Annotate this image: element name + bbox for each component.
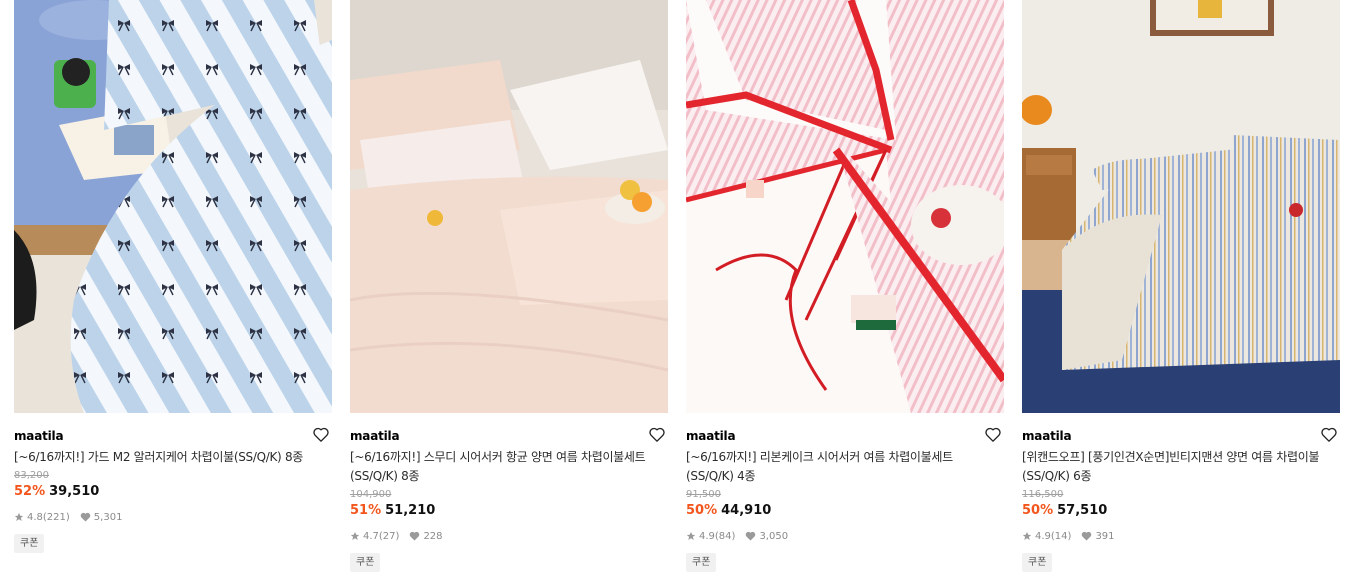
original-price: 91,500 xyxy=(686,489,721,500)
brand-row: maatila xyxy=(686,425,1004,444)
product-title[interactable]: [~6/16까지!] 가드 M2 알러지케어 차렵이불(SS/Q/K) 8종 xyxy=(14,448,332,467)
product-image[interactable] xyxy=(686,0,1004,413)
product-card[interactable]: maatila [~6/16까지!] 리본케이크 시어서커 여름 차렵이불세트(… xyxy=(686,0,1004,572)
product-card[interactable]: maatila [~6/16까지!] 가드 M2 알러지케어 차렵이불(SS/Q… xyxy=(14,0,332,572)
product-meta: 4.9 (14) 391 xyxy=(1022,529,1340,543)
product-photo-vintage-mansion xyxy=(1022,0,1340,413)
rating-value: 4.8 xyxy=(27,511,43,523)
product-info: maatila [위캔드오프] [풍기인견X순면]빈티지맨션 양면 여름 차렵이… xyxy=(1022,413,1340,572)
brand-row: maatila xyxy=(350,425,668,444)
product-photo-pink-seersucker xyxy=(350,0,668,413)
price-row: 50% 44,910 xyxy=(686,502,1004,520)
sale-price: 39,510 xyxy=(49,484,100,499)
brand-row: maatila xyxy=(14,425,332,444)
product-meta: 4.8 (221) 5,301 xyxy=(14,510,332,524)
product-card[interactable]: maatila [위캔드오프] [풍기인견X순면]빈티지맨션 양면 여름 차렵이… xyxy=(1022,0,1340,572)
coupon-badge: 쿠폰 xyxy=(686,553,717,572)
review-count: (14) xyxy=(1050,530,1072,542)
original-price: 83,200 xyxy=(14,470,49,481)
heart-outline-icon[interactable] xyxy=(648,425,666,443)
discount-rate: 50% xyxy=(1022,503,1054,518)
like-count: 391 xyxy=(1095,530,1115,542)
product-image[interactable] xyxy=(14,0,332,413)
product-photo-ribbon-cake xyxy=(686,0,1004,413)
star-icon xyxy=(14,512,24,522)
coupon-badge: 쿠폰 xyxy=(1022,553,1053,572)
star-icon xyxy=(350,531,360,541)
product-meta: 4.7 (27) 228 xyxy=(350,529,668,543)
heart-filled-icon xyxy=(409,531,420,541)
price-row: 50% 57,510 xyxy=(1022,502,1340,520)
discount-rate: 51% xyxy=(350,503,382,518)
product-title[interactable]: [~6/16까지!] 스무디 시어서커 항균 양면 여름 차렵이불세트(SS/Q… xyxy=(350,448,668,486)
product-image[interactable] xyxy=(1022,0,1340,413)
review-count: (27) xyxy=(378,530,400,542)
product-image[interactable] xyxy=(350,0,668,413)
product-title[interactable]: [위캔드오프] [풍기인견X순면]빈티지맨션 양면 여름 차렵이불(SS/Q/K… xyxy=(1022,448,1340,486)
like-count: 228 xyxy=(423,530,443,542)
product-info: maatila [~6/16까지!] 가드 M2 알러지케어 차렵이불(SS/Q… xyxy=(14,413,332,553)
product-photo-blue-bows xyxy=(14,0,332,413)
star-icon xyxy=(686,531,696,541)
heart-outline-icon[interactable] xyxy=(1320,425,1338,443)
coupon-badge: 쿠폰 xyxy=(350,553,381,572)
brand-name[interactable]: maatila xyxy=(1022,429,1072,443)
like-count: 3,050 xyxy=(759,530,789,542)
original-price: 104,900 xyxy=(350,489,392,500)
brand-name[interactable]: maatila xyxy=(350,429,400,443)
product-info: maatila [~6/16까지!] 스무디 시어서커 항균 양면 여름 차렵이… xyxy=(350,413,668,572)
discount-rate: 52% xyxy=(14,484,46,499)
price-row: 51% 51,210 xyxy=(350,502,668,520)
sale-price: 51,210 xyxy=(385,503,436,518)
brand-name[interactable]: maatila xyxy=(686,429,736,443)
original-price: 116,500 xyxy=(1022,489,1064,500)
coupon-badge: 쿠폰 xyxy=(14,534,45,553)
heart-filled-icon xyxy=(1081,531,1092,541)
heart-outline-icon[interactable] xyxy=(312,425,330,443)
discount-rate: 50% xyxy=(686,503,718,518)
rating-value: 4.9 xyxy=(1035,530,1051,542)
heart-outline-icon[interactable] xyxy=(984,425,1002,443)
rating-value: 4.7 xyxy=(363,530,379,542)
star-icon xyxy=(1022,531,1032,541)
rating-value: 4.9 xyxy=(699,530,715,542)
product-title[interactable]: [~6/16까지!] 리본케이크 시어서커 여름 차렵이불세트(SS/Q/K) … xyxy=(686,448,1004,486)
review-count: (221) xyxy=(42,511,70,523)
heart-filled-icon xyxy=(80,512,91,522)
product-info: maatila [~6/16까지!] 리본케이크 시어서커 여름 차렵이불세트(… xyxy=(686,413,1004,572)
like-count: 5,301 xyxy=(93,511,123,523)
brand-name[interactable]: maatila xyxy=(14,429,64,443)
product-grid: maatila [~6/16까지!] 가드 M2 알러지케어 차렵이불(SS/Q… xyxy=(14,0,1340,572)
price-row: 52% 39,510 xyxy=(14,483,332,501)
review-count: (84) xyxy=(714,530,736,542)
sale-price: 44,910 xyxy=(721,503,772,518)
product-card[interactable]: maatila [~6/16까지!] 스무디 시어서커 항균 양면 여름 차렵이… xyxy=(350,0,668,572)
brand-row: maatila xyxy=(1022,425,1340,444)
sale-price: 57,510 xyxy=(1057,503,1108,518)
product-meta: 4.9 (84) 3,050 xyxy=(686,529,1004,543)
heart-filled-icon xyxy=(745,531,756,541)
